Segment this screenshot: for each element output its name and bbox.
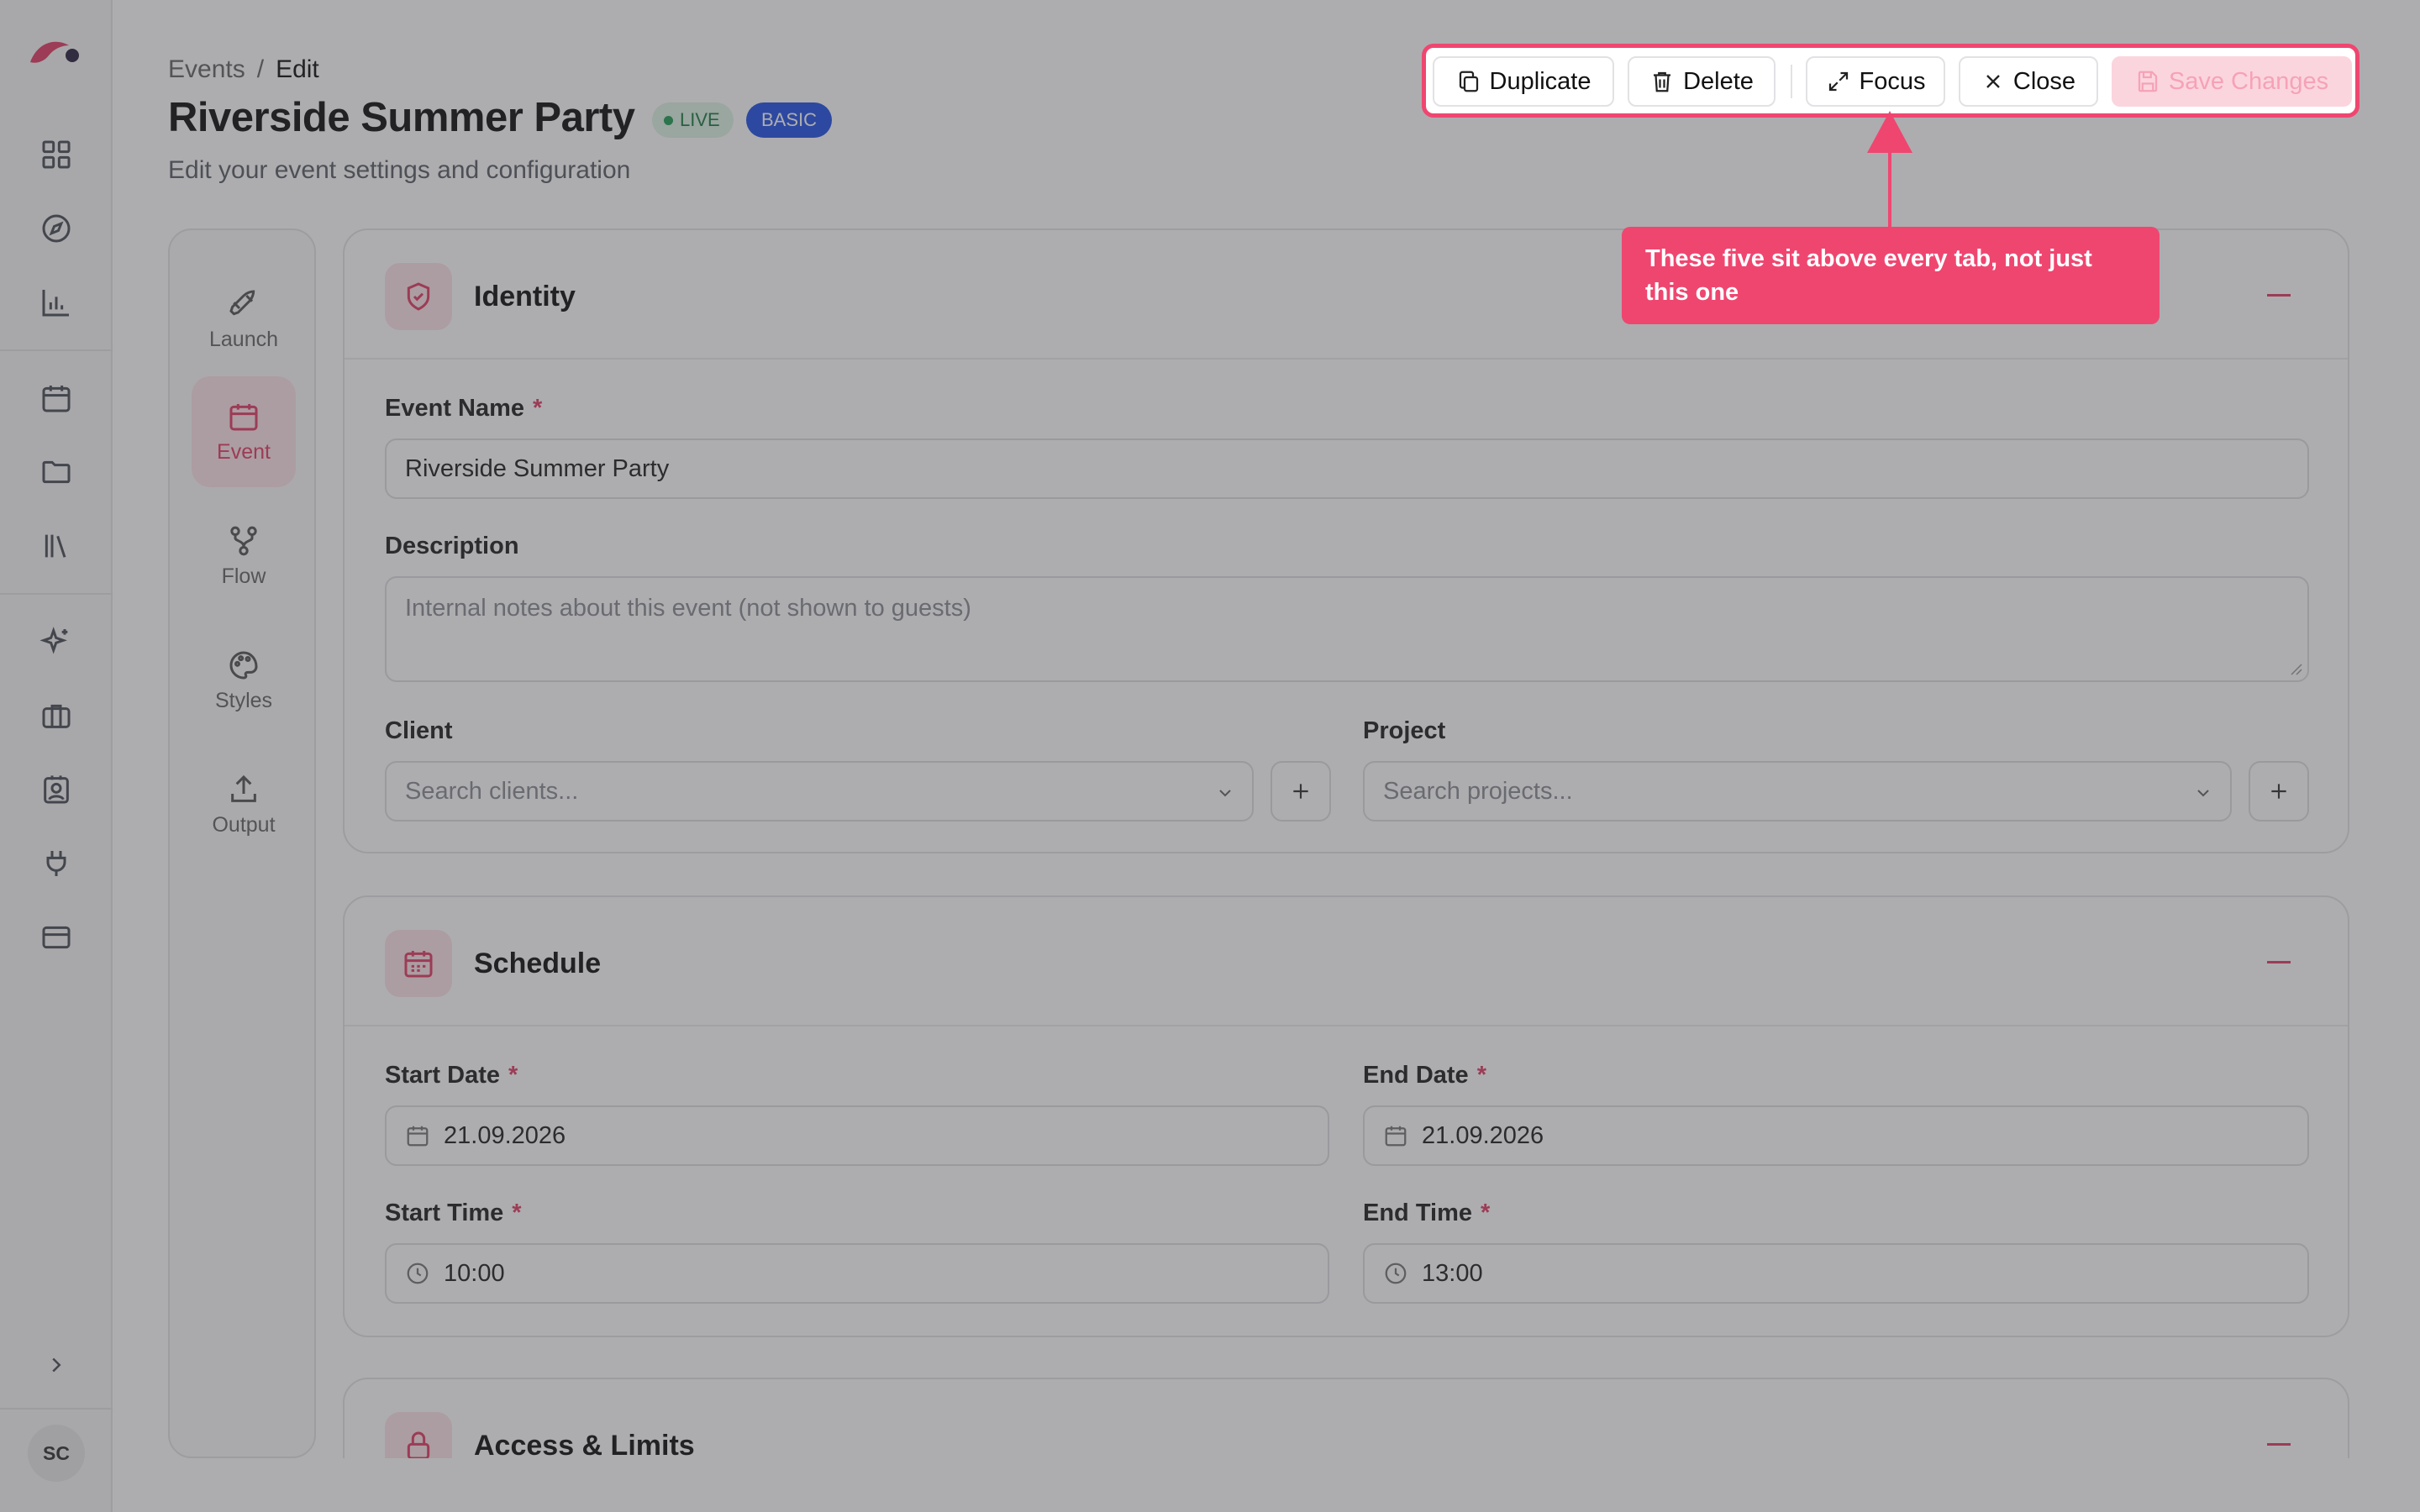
trash-icon xyxy=(1654,71,1671,92)
action-toolbar: Duplicate Delete Focus Close Save Change… xyxy=(1422,44,2360,118)
focus-label: Focus xyxy=(1859,67,1926,95)
callout-arrowhead xyxy=(1867,111,1912,153)
collapse-access-button[interactable] xyxy=(2267,1443,2291,1446)
lock-icon xyxy=(385,1412,452,1458)
content-clip: Access & Limits xyxy=(0,0,2420,1458)
callout-connector xyxy=(1888,150,1891,227)
close-button[interactable]: Close xyxy=(1959,56,2098,107)
delete-button[interactable]: Delete xyxy=(1628,56,1776,107)
save-icon xyxy=(2138,71,2157,92)
copy-icon xyxy=(1459,71,1478,92)
expand-icon xyxy=(1828,71,1848,92)
access-card: Access & Limits xyxy=(343,1378,2349,1458)
close-icon xyxy=(1986,75,2000,88)
duplicate-label: Duplicate xyxy=(1489,67,1591,95)
save-label: Save Changes xyxy=(2168,67,2329,95)
delete-label: Delete xyxy=(1683,67,1754,95)
duplicate-button[interactable]: Duplicate xyxy=(1433,56,1614,107)
access-title: Access & Limits xyxy=(474,1430,695,1458)
save-changes-button[interactable]: Save Changes xyxy=(2112,56,2352,107)
close-label: Close xyxy=(2012,67,2076,95)
callout-text: These five sit above every tab, not just… xyxy=(1645,245,2092,306)
focus-button[interactable]: Focus xyxy=(1806,56,1945,107)
access-card-header[interactable]: Access & Limits xyxy=(345,1379,2348,1458)
tour-callout: These five sit above every tab, not just… xyxy=(1622,227,2160,324)
